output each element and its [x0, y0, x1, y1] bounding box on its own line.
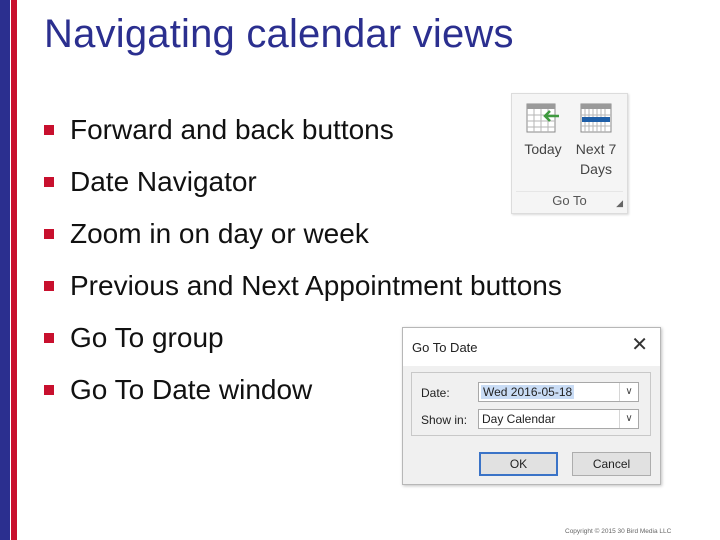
ribbon-group-label: Go To [552, 193, 587, 208]
bullet-item: Forward and back buttons [44, 104, 562, 156]
bullet-text: Zoom in on day or week [70, 218, 369, 249]
dialog-titlebar: Go To Date ✕ [403, 328, 660, 366]
bullet-item: Previous and Next Appointment buttons [44, 260, 562, 312]
copyright-notice: Copyright © 2015 30 Bird Media LLC [565, 528, 672, 535]
ok-button[interactable]: OK [479, 452, 558, 476]
slide-title: Navigating calendar views [44, 12, 514, 56]
bullet-text: Previous and Next Appointment buttons [70, 270, 562, 301]
bullet-square-icon [44, 177, 54, 187]
dialog-launcher-icon[interactable]: ◢ [616, 198, 623, 209]
show-in-combobox[interactable]: Day Calendar ∨ [478, 409, 639, 429]
date-label: Date: [421, 386, 450, 400]
bullet-square-icon [44, 385, 54, 395]
cancel-button[interactable]: Cancel [572, 452, 651, 476]
bullet-square-icon [44, 281, 54, 291]
today-button[interactable]: Today [518, 102, 568, 159]
dialog-fields-panel: Date: Wed 2016-05-18 ∨ Show in: Day Cale… [411, 372, 651, 436]
next-7-days-label-line2: Days [580, 161, 612, 177]
slide-side-bar [0, 0, 18, 540]
today-button-label: Today [524, 141, 562, 157]
side-bar-blue-stripe [0, 0, 10, 540]
show-in-label: Show in: [421, 413, 468, 427]
ribbon-divider [516, 191, 623, 192]
side-bar-red-stripe [11, 0, 17, 540]
ribbon-goto-group: Today Next 7 Days Go To ◢ [511, 93, 628, 214]
bullet-item: Zoom in on day or week [44, 208, 562, 260]
date-value: Wed 2016-05-18 [481, 385, 575, 399]
today-calendar-icon [526, 103, 559, 133]
bullet-text: Forward and back buttons [70, 114, 394, 145]
bullet-text: Date Navigator [70, 166, 257, 197]
chevron-down-icon[interactable]: ∨ [619, 410, 638, 428]
next-7-days-calendar-icon [580, 103, 612, 133]
show-in-value: Day Calendar [482, 412, 556, 426]
close-icon[interactable]: ✕ [631, 335, 648, 355]
bullet-square-icon [44, 229, 54, 239]
bullet-text: Go To Date window [70, 374, 313, 405]
date-combobox[interactable]: Wed 2016-05-18 ∨ [478, 382, 639, 402]
next-7-days-button[interactable]: Next 7 Days [570, 102, 622, 179]
next-7-days-label-line1: Next 7 [575, 141, 617, 157]
dialog-title: Go To Date [412, 340, 478, 355]
bullet-square-icon [44, 333, 54, 343]
go-to-date-dialog: Go To Date ✕ Date: Wed 2016-05-18 ∨ Show… [402, 327, 661, 485]
bullet-text: Go To group [70, 322, 224, 353]
bullet-item: Date Navigator [44, 156, 562, 208]
bullet-square-icon [44, 125, 54, 135]
chevron-down-icon[interactable]: ∨ [619, 383, 638, 401]
